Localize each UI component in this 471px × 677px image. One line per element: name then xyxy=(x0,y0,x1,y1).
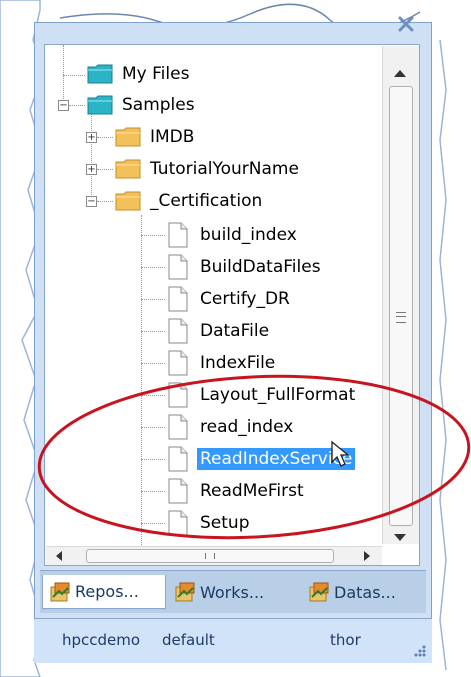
folder-icon xyxy=(115,127,141,147)
vertical-scroll-thumb[interactable] xyxy=(389,86,413,526)
repository-icon xyxy=(50,582,70,601)
close-icon[interactable] xyxy=(392,12,420,36)
tree-item-certification[interactable]: _Certification xyxy=(115,186,265,216)
tree-item-imdb[interactable]: IMDB xyxy=(115,122,197,152)
tree-item-label: Certify_DR xyxy=(200,289,290,309)
tree-item-file-selected[interactable]: ReadIndexService xyxy=(167,444,356,474)
tree-item-label: Samples xyxy=(122,95,195,115)
status-user: hpccdemo xyxy=(62,631,141,649)
resize-grip-icon[interactable] xyxy=(412,643,428,659)
file-icon xyxy=(168,382,188,408)
tab-label: Works... xyxy=(200,582,265,602)
tab-label: Datas... xyxy=(334,582,396,602)
folder-icon xyxy=(87,64,113,84)
tree-item-label: ReadMeFirst xyxy=(200,481,304,501)
tree-item-my-files[interactable]: My Files xyxy=(87,59,192,89)
folder-icon xyxy=(87,95,113,115)
file-icon xyxy=(168,222,188,248)
horizontal-scroll-thumb[interactable] xyxy=(86,549,334,563)
tree-item-label: BuildDataFiles xyxy=(200,257,321,277)
tree-item-file[interactable]: build_index xyxy=(167,220,300,250)
scroll-right-icon[interactable] xyxy=(364,551,370,561)
file-icon xyxy=(168,478,188,504)
scroll-up-icon[interactable] xyxy=(394,70,406,77)
file-icon xyxy=(168,414,188,440)
grip-icon xyxy=(396,312,406,323)
horizontal-scrollbar[interactable] xyxy=(46,546,382,565)
repository-tree[interactable]: − + + − My Files Samples IMDB TutorialYo… xyxy=(44,44,420,566)
scroll-down-icon[interactable] xyxy=(394,534,406,541)
grip-icon xyxy=(205,553,215,559)
folder-icon xyxy=(115,191,141,211)
tree-item-file[interactable]: Certify_DR xyxy=(167,284,293,314)
workspace-icon xyxy=(175,582,195,602)
tree-item-label: read_index xyxy=(200,417,294,437)
tree-item-label: build_index xyxy=(200,225,297,245)
panel-tabs: Repos... Works... Datas... xyxy=(40,570,426,613)
status-cluster: thor xyxy=(330,631,361,649)
tree-item-label: _Certification xyxy=(150,191,263,211)
file-icon xyxy=(168,286,188,312)
expand-icon[interactable]: + xyxy=(86,132,97,143)
tab-repository[interactable]: Repos... xyxy=(42,575,166,609)
tree-item-label: IndexFile xyxy=(200,353,276,373)
vertical-scrollbar[interactable] xyxy=(382,46,419,544)
file-icon xyxy=(168,350,188,376)
tab-datasets[interactable]: Datas... xyxy=(302,575,426,609)
tree-item-label: DataFile xyxy=(200,321,270,341)
folder-icon xyxy=(115,159,141,179)
collapse-icon[interactable]: − xyxy=(58,100,69,111)
file-icon xyxy=(168,510,188,536)
tree-item-file[interactable]: Layout_FullFormat xyxy=(167,380,358,410)
datasets-icon xyxy=(309,582,329,602)
tree-item-samples[interactable]: Samples xyxy=(87,90,198,120)
mouse-cursor-icon xyxy=(331,440,350,467)
tree-item-file[interactable]: Setup xyxy=(167,508,252,538)
tree-item-file[interactable]: DataFile xyxy=(167,316,272,346)
status-config: default xyxy=(162,631,215,649)
tree-item-file[interactable]: IndexFile xyxy=(167,348,278,378)
scroll-left-icon[interactable] xyxy=(56,551,62,561)
tree-item-label: IMDB xyxy=(150,127,195,147)
collapse-icon[interactable]: − xyxy=(86,196,97,207)
tree-item-label: My Files xyxy=(122,64,190,84)
status-bar: hpccdemo default thor xyxy=(34,618,432,663)
tab-label: Repos... xyxy=(75,582,139,601)
tab-workspace[interactable]: Works... xyxy=(168,575,300,609)
tree-item-label: Layout_FullFormat xyxy=(200,385,356,405)
tree-item-file[interactable]: read_index xyxy=(167,412,296,442)
tree-item-label: TutorialYourName xyxy=(150,159,299,179)
expand-icon[interactable]: + xyxy=(86,164,97,175)
file-icon xyxy=(168,446,188,472)
file-icon xyxy=(168,318,188,344)
file-icon xyxy=(168,254,188,280)
tree-item-file[interactable]: ReadMeFirst xyxy=(167,476,307,506)
tree-item-tutorialyourname[interactable]: TutorialYourName xyxy=(115,154,302,184)
tree-item-file[interactable]: BuildDataFiles xyxy=(167,252,324,282)
tree-item-label: Setup xyxy=(200,513,250,533)
